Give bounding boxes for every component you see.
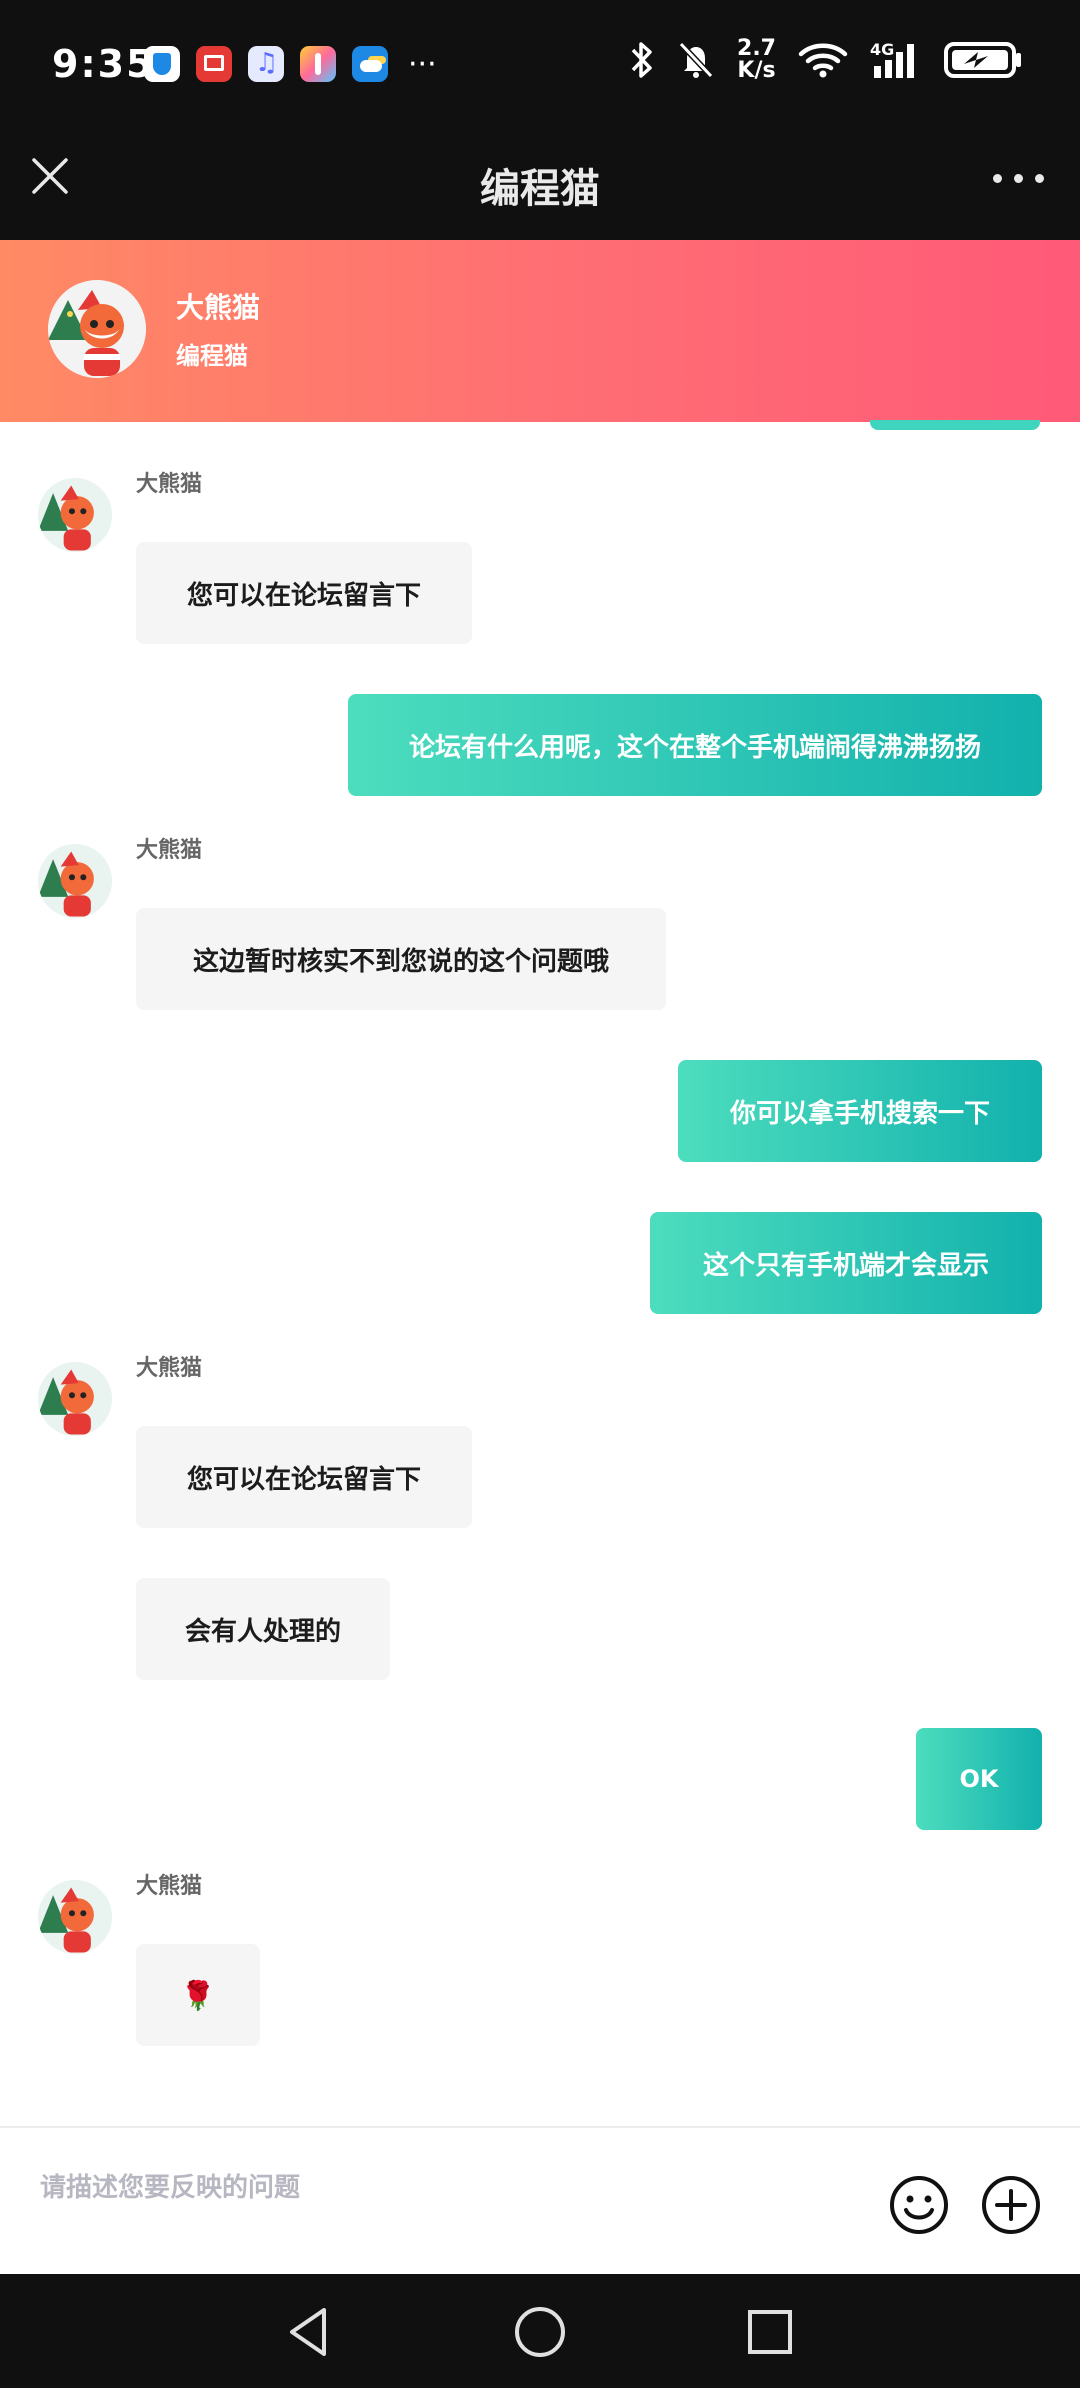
sender-name: 大熊猫 bbox=[136, 472, 203, 497]
speed-unit: K/s bbox=[737, 58, 776, 83]
fox-mascot-icon bbox=[38, 1880, 112, 1954]
signal-icon: 4G bbox=[870, 40, 922, 80]
agent-subtitle: 编程猫 bbox=[176, 342, 248, 370]
more-dot-icon bbox=[993, 174, 1002, 183]
more-dot-icon bbox=[1014, 174, 1023, 183]
fox-mascot-icon bbox=[38, 1362, 112, 1436]
bell-muted-icon bbox=[678, 41, 714, 79]
incoming-message: 会有人处理的 bbox=[136, 1578, 390, 1680]
rose-emoji: 🌹 bbox=[180, 1978, 216, 2012]
brush-app-icon bbox=[300, 46, 336, 82]
sender-name: 大熊猫 bbox=[136, 1874, 203, 1899]
outgoing-message: OK bbox=[916, 1728, 1042, 1830]
wifi-icon bbox=[798, 43, 848, 78]
emoji-icon[interactable] bbox=[888, 2174, 950, 2236]
system-navigation-bar bbox=[0, 2274, 1080, 2388]
incoming-message: 您可以在论坛留言下 bbox=[136, 1426, 472, 1528]
agent-avatar[interactable] bbox=[38, 1362, 112, 1436]
recent-apps-icon[interactable] bbox=[740, 2302, 800, 2362]
bluetooth-icon bbox=[631, 42, 652, 78]
status-icons: 2.7 K/s 4G bbox=[629, 38, 1022, 82]
network-speed: 2.7 K/s bbox=[737, 38, 776, 82]
home-icon[interactable] bbox=[510, 2302, 570, 2362]
more-dot-icon bbox=[1035, 174, 1044, 183]
agent-avatar[interactable] bbox=[38, 1880, 112, 1954]
outgoing-message: 论坛有什么用呢，这个在整个手机端闹得沸沸扬扬 bbox=[348, 694, 1042, 796]
outgoing-message: 这个只有手机端才会显示 bbox=[650, 1212, 1042, 1314]
chat-message-list[interactable]: 大熊猫 您可以在论坛留言下 论坛有什么用呢，这个在整个手机端闹得沸沸扬扬 大熊猫… bbox=[0, 422, 1080, 2128]
battery-charging-icon bbox=[944, 42, 1021, 78]
back-icon[interactable] bbox=[280, 2302, 340, 2362]
incoming-message: 这边暂时核实不到您说的这个问题哦 bbox=[136, 908, 666, 1010]
more-options-button[interactable] bbox=[993, 174, 1044, 183]
message-input-bar bbox=[0, 2126, 1080, 2276]
agent-banner: 大熊猫 编程猫 bbox=[0, 240, 1080, 422]
agent-avatar[interactable] bbox=[48, 280, 146, 378]
message-input[interactable] bbox=[38, 2172, 842, 2204]
fox-mascot-icon bbox=[38, 844, 112, 918]
notification-app-icons: ··· bbox=[144, 46, 437, 82]
music-app-icon bbox=[248, 46, 284, 82]
book-app-icon bbox=[196, 46, 232, 82]
incoming-message: 🌹 bbox=[136, 1944, 260, 2046]
status-bar: 9:35 ··· 2.7 K/s 4G bbox=[0, 0, 1080, 130]
fox-mascot-icon bbox=[38, 478, 112, 552]
sender-name: 大熊猫 bbox=[136, 1356, 203, 1381]
status-time: 9:35 bbox=[52, 42, 155, 86]
agent-name: 大熊猫 bbox=[176, 291, 261, 324]
weather-app-icon bbox=[352, 46, 388, 82]
page-title: 编程猫 bbox=[480, 166, 600, 212]
add-attachment-icon[interactable] bbox=[980, 2174, 1042, 2236]
shield-app-icon bbox=[144, 46, 180, 82]
sender-name: 大熊猫 bbox=[136, 838, 203, 863]
outgoing-message: 你可以拿手机搜索一下 bbox=[678, 1060, 1042, 1162]
incoming-message: 您可以在论坛留言下 bbox=[136, 542, 472, 644]
fox-mascot-icon bbox=[48, 280, 146, 378]
more-notifications-icon: ··· bbox=[408, 46, 437, 82]
agent-avatar[interactable] bbox=[38, 478, 112, 552]
title-bar: 编程猫 bbox=[0, 130, 1080, 240]
agent-avatar[interactable] bbox=[38, 844, 112, 918]
speed-value: 2.7 bbox=[737, 36, 776, 61]
